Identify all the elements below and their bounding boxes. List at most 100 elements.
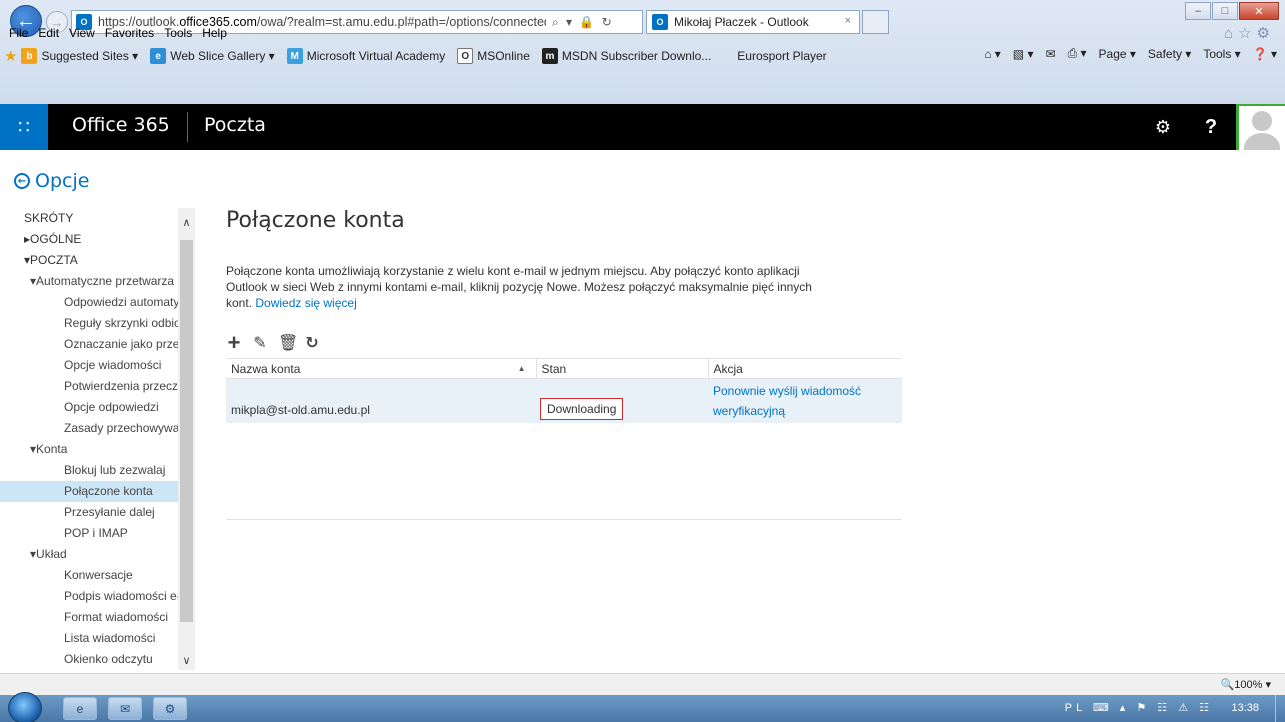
app-name[interactable]: Poczta [204,114,266,136]
scroll-down-icon[interactable]: ∨ [178,652,195,670]
browser-tab[interactable]: O Mikołaj Płaczek - Outlook × [646,10,860,34]
address-tools-icons[interactable]: ⌕ ▾ 🔒 ↻ [552,15,614,30]
app-taskbar-icon[interactable]: ⚙ [153,697,187,720]
avatar-body [1244,133,1280,150]
zoom-level[interactable]: 🔍100% ▾ [1221,678,1271,691]
sidebar-item[interactable]: ▾Układ [0,544,180,565]
sidebar-item[interactable]: Przesyłanie dalej [0,502,180,523]
avatar-head [1252,111,1272,131]
sidebar-item[interactable]: ▸OGÓLNE [0,229,180,250]
browser-status-bar: 🔍100% ▾ [0,673,1285,695]
sidebar-item[interactable]: Podpis wiadomości e-m [0,586,180,607]
sidebar-scrollbar[interactable]: ∧ ∨ [178,208,195,670]
sidebar-item[interactable]: Blokuj lub zezwalaj [0,460,180,481]
resend-verification-link[interactable]: Ponownie wyślij wiadomość weryfikacyjną [713,384,861,418]
sidebar-item[interactable]: Lista wiadomości [0,628,180,649]
column-header-action[interactable]: Akcja [707,358,902,379]
safety-menu[interactable]: Safety ▾ [1148,47,1191,61]
main-content: Połączone konta Połączone konta umożliwi… [226,200,906,520]
options-back-link[interactable]: ← Opcje [14,170,89,192]
fav-eurosport-player[interactable]: Eurosport Player [737,49,826,63]
fav-msdn[interactable]: m MSDN Subscriber Downlo... [541,48,711,64]
taskbar-clock[interactable]: 13:38 [1231,702,1259,714]
column-header-status[interactable]: Stan [535,358,708,379]
system-tray[interactable]: PL ⌨ ▴ ⚑ ☷ ⚠ ☷ [1065,701,1213,714]
favorites-star-icon[interactable]: ★ [4,47,17,65]
status-cell: Downloading [536,378,708,423]
table-row[interactable]: mikpla@st-old.amu.edu.pl Downloading Pon… [226,378,902,423]
print-command[interactable]: ⎙ ▾ [1068,46,1087,61]
accounts-toolbar: + ✎ 🗑 ↻ [226,330,320,356]
menu-tools[interactable]: Tools [159,25,197,42]
url-rest: /owa/?realm=st.amu.edu.pl#path=/options/… [256,15,546,29]
tab-close-icon[interactable]: × [845,15,851,27]
sidebar-item[interactable]: SKRÓTY [0,208,180,229]
menu-edit[interactable]: Edit [33,25,64,42]
avatar[interactable] [1236,104,1285,150]
home-command[interactable]: ⌂ ▾ [984,47,1001,61]
scrollbar-thumb[interactable] [180,240,193,622]
avatar-image [1239,106,1285,150]
internet-explorer-taskbar-icon[interactable]: e [63,697,97,720]
sidebar-item[interactable]: Format wiadomości [0,607,180,628]
settings-gear-icon[interactable]: ⚙ [1139,104,1187,150]
fav-label: Suggested Sites ▾ [41,49,139,63]
mva-icon: M [286,48,303,64]
scroll-up-icon[interactable]: ∧ [178,214,195,232]
sidebar-item[interactable]: Połączone konta [0,481,180,502]
help-icon[interactable]: ? [1187,104,1235,150]
menu-view[interactable]: View [64,25,100,42]
suite-brand[interactable]: Office 365 [72,114,170,136]
sidebar-item[interactable]: POP i IMAP [0,523,180,544]
msonline-icon: O [457,48,474,64]
page-menu[interactable]: Page ▾ [1099,47,1136,61]
sidebar-item[interactable]: Konwersacje [0,565,180,586]
start-button[interactable] [8,692,42,722]
sidebar-item[interactable]: Odpowiedzi automatyc [0,292,180,313]
fav-web-slice-gallery[interactable]: e Web Slice Gallery ▾ [150,48,275,64]
mail-command[interactable]: ✉ [1046,47,1056,61]
sidebar-item[interactable]: Zasady przechowywania [0,418,180,439]
command-bar: ⌂ ▾ ▧ ▾ ✉ ⎙ ▾ Page ▾ Safety ▾ Tools ▾ ❓ … [984,46,1277,61]
menu-file[interactable]: File [4,25,33,42]
sidebar-item[interactable]: Okienko odczytu [0,649,180,670]
refresh-icon[interactable]: ↻ [304,333,320,353]
windows-taskbar: e ✉ ⚙ PL ⌨ ▴ ⚑ ☷ ⚠ ☷ 13:38 [0,692,1285,722]
account-cell: mikpla@st-old.amu.edu.pl [226,378,536,423]
sidebar-item[interactable]: ▾Konta [0,439,180,460]
action-cell: Ponownie wyślij wiadomość weryfikacyjną [708,378,902,423]
suite-divider [187,112,188,142]
column-header-account[interactable]: Nazwa konta ▲ [226,358,536,379]
minimize-button[interactable]: – [1185,2,1211,20]
tools-menu[interactable]: Tools ▾ [1203,47,1240,61]
outlook-taskbar-icon[interactable]: ✉ [108,697,142,720]
sidebar-item[interactable]: Reguły skrzynki odbiorc [0,313,180,334]
column-label: Akcja [713,361,743,376]
sidebar-item[interactable]: Oznaczanie jako przecz [0,334,180,355]
menu-favorites[interactable]: Favorites [100,25,159,42]
sidebar-item[interactable]: Opcje wiadomości [0,355,180,376]
help-command[interactable]: ❓ ▾ [1253,47,1277,61]
show-desktop-button[interactable] [1275,695,1285,722]
app-launcher-icon[interactable]: ∷ [0,104,48,150]
close-window-button[interactable]: ✕ [1239,2,1279,20]
page-title: Połączone konta [226,208,405,233]
feeds-command[interactable]: ▧ ▾ [1013,47,1034,61]
fav-suggested-sites[interactable]: b Suggested Sites ▾ [21,48,138,64]
fav-msonline[interactable]: O MSOnline [457,48,530,64]
new-tab-button[interactable] [862,10,889,34]
menu-help[interactable]: Help [197,25,232,42]
sidebar-item[interactable]: ▾Automatyczne przetwarza [0,271,180,292]
sidebar-item[interactable]: ▾POCZTA [0,250,180,271]
delete-icon[interactable]: 🗑 [278,333,298,353]
fav-microsoft-virtual-academy[interactable]: M Microsoft Virtual Academy [286,48,445,64]
learn-more-link[interactable]: Dowiedz się więcej [255,296,356,310]
maximize-button[interactable]: □ [1212,2,1238,20]
add-icon[interactable]: + [226,330,242,356]
home-favorites-settings-icons[interactable]: ⌂☆⚙ [1224,24,1275,42]
sidebar-item[interactable]: Potwierdzenia przeczyta [0,376,180,397]
edit-icon[interactable]: ✎ [252,333,268,353]
sidebar-item[interactable]: Opcje odpowiedzi [0,397,180,418]
sort-ascending-icon[interactable]: ▲ [518,364,526,373]
bing-icon: b [21,48,38,64]
